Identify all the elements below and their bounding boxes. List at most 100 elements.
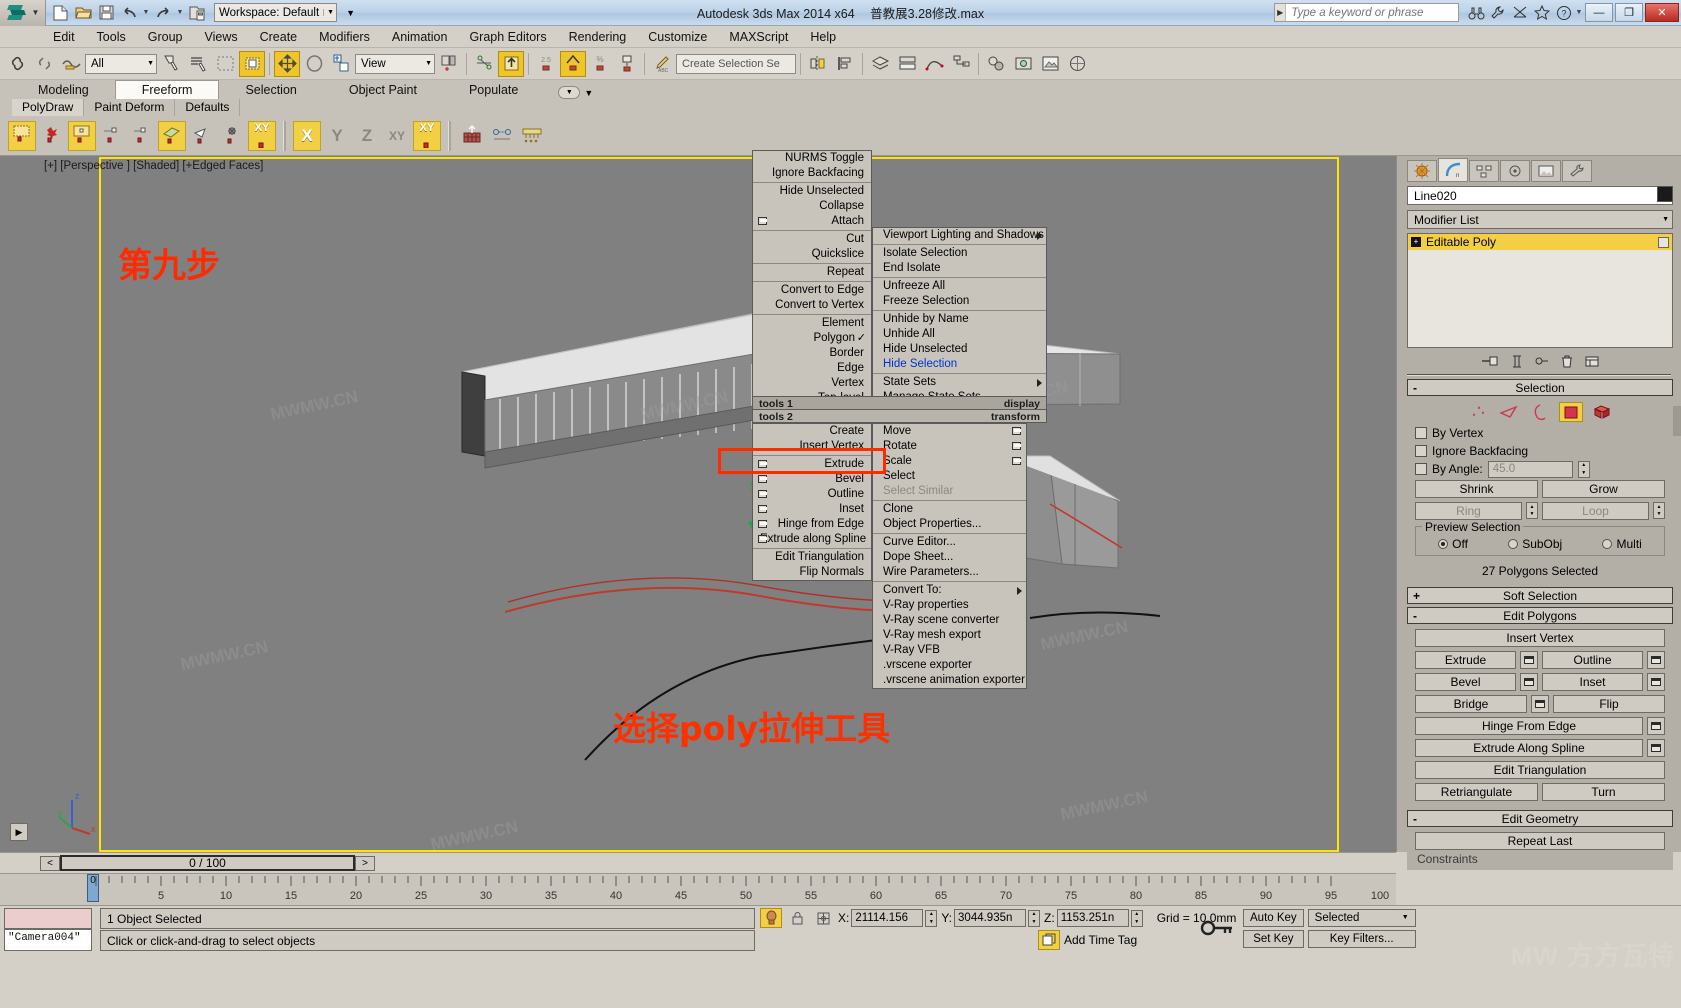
- modifier-stack-item-editable-poly[interactable]: + Editable Poly: [1408, 234, 1672, 250]
- quad-item-dope-sheet[interactable]: Dope Sheet...: [873, 550, 1026, 565]
- settings-dialog-icon[interactable]: [758, 490, 767, 498]
- undo-dropdown-icon[interactable]: ▼: [142, 9, 150, 16]
- bridge-button[interactable]: Bridge: [1415, 695, 1527, 713]
- key-filters-button[interactable]: Key Filters...: [1307, 929, 1416, 948]
- time-slider-handle[interactable]: 0 / 100: [60, 855, 355, 871]
- ribbon-subtab-paint-deform[interactable]: Paint Deform: [84, 99, 176, 116]
- select-and-manipulate-icon[interactable]: [471, 51, 497, 77]
- extrude-along-spline-settings-icon[interactable]: [1647, 739, 1665, 757]
- by-angle-row[interactable]: By Angle: 45.0 ▲ ▼: [1407, 460, 1673, 478]
- polydraw-step-build-icon[interactable]: [68, 120, 96, 151]
- settings-dialog-icon[interactable]: [1012, 427, 1021, 435]
- object-color-swatch[interactable]: [1657, 186, 1673, 202]
- coord-z-field[interactable]: 1153.251n: [1056, 909, 1129, 927]
- preview-subobj-radio[interactable]: [1508, 539, 1519, 549]
- quad-item-create[interactable]: Create: [753, 424, 871, 439]
- grow-button[interactable]: Grow: [1542, 480, 1665, 498]
- quad-item-move[interactable]: Move: [873, 424, 1026, 439]
- quad-item-vertex[interactable]: Vertex: [753, 376, 871, 391]
- polydraw-conform-icon[interactable]: [188, 121, 216, 151]
- menu-item-rendering[interactable]: Rendering: [558, 28, 638, 46]
- workspace-selector[interactable]: Workspace: Default ▼: [214, 3, 338, 22]
- polydraw-optimize-icon[interactable]: [128, 121, 156, 151]
- quad-item-quickslice[interactable]: Quickslice: [753, 247, 871, 262]
- material-editor-icon[interactable]: [983, 51, 1009, 77]
- angle-snap-toggle-icon[interactable]: 2.5: [533, 51, 559, 77]
- preview-off-radio[interactable]: [1438, 539, 1449, 549]
- quad-item-state-sets[interactable]: State Sets: [873, 375, 1046, 390]
- quad-item-unhide-all[interactable]: Unhide All: [873, 327, 1046, 342]
- by-angle-checkbox[interactable]: [1415, 463, 1427, 475]
- menu-item-edit[interactable]: Edit: [42, 28, 86, 46]
- show-end-result-icon[interactable]: [1511, 355, 1523, 368]
- quad-item-extrude-along-spline[interactable]: Extrude along Spline: [753, 532, 871, 547]
- coord-z-spinner[interactable]: ▲ ▼: [1130, 909, 1143, 927]
- selection-lock-icon[interactable]: [786, 908, 808, 928]
- polydraw-point-icon[interactable]: [38, 121, 66, 151]
- polydraw-extend-icon[interactable]: [98, 121, 126, 151]
- retriangulate-button[interactable]: Retriangulate: [1415, 783, 1538, 801]
- quad-item-vray-vfb[interactable]: V-Ray VFB: [873, 643, 1026, 658]
- absolute-relative-mode-icon[interactable]: [812, 908, 834, 928]
- menu-item-tools[interactable]: Tools: [86, 28, 137, 46]
- by-angle-field[interactable]: 45.0: [1487, 460, 1573, 478]
- quad-item-outline[interactable]: Outline: [753, 487, 871, 502]
- pin-stack-icon[interactable]: [1481, 355, 1499, 367]
- border-icon[interactable]: [1528, 402, 1552, 422]
- minimize-button[interactable]: —: [1585, 3, 1613, 22]
- preview-multi-radio[interactable]: [1602, 539, 1613, 549]
- object-name-field[interactable]: Line020: [1407, 186, 1673, 205]
- open-file-icon[interactable]: [73, 3, 93, 23]
- quad-item-wire-parameters[interactable]: Wire Parameters...: [873, 565, 1026, 580]
- schematic-view-icon[interactable]: [948, 51, 974, 77]
- quad-item-vray-properties[interactable]: V-Ray properties: [873, 598, 1026, 613]
- star-icon[interactable]: [1531, 2, 1553, 24]
- quad-item-unhide-by-name[interactable]: Unhide by Name: [873, 312, 1046, 327]
- named-selection-set-field[interactable]: Create Selection Se: [676, 53, 796, 74]
- menu-item-views[interactable]: Views: [193, 28, 248, 46]
- element-icon[interactable]: [1590, 402, 1614, 422]
- select-and-rotate-icon[interactable]: [301, 51, 327, 77]
- preview-subobj-radio-row[interactable]: SubObj: [1508, 537, 1562, 551]
- constrain-xy-icon[interactable]: XY: [383, 121, 411, 151]
- quad-item-isolate-selection[interactable]: Isolate Selection: [873, 246, 1046, 261]
- quad-item-vray-scene-converter[interactable]: V-Ray scene converter: [873, 613, 1026, 628]
- modifier-stack[interactable]: + Editable Poly: [1407, 233, 1673, 348]
- quad-item-object-properties[interactable]: Object Properties...: [873, 517, 1026, 532]
- selection-lock-light-icon[interactable]: [760, 908, 782, 928]
- select-by-name-icon[interactable]: [185, 51, 211, 77]
- coord-x-field[interactable]: 21114.156: [851, 909, 924, 927]
- rendered-frame-window-icon[interactable]: [1037, 51, 1063, 77]
- select-and-scale-icon[interactable]: [328, 51, 354, 77]
- settings-dialog-icon[interactable]: [758, 505, 767, 513]
- preview-off-radio-row[interactable]: Off: [1438, 537, 1468, 551]
- quad-item-attach[interactable]: Attach: [753, 214, 871, 229]
- ribbon-tab-modeling[interactable]: Modeling: [12, 81, 115, 99]
- settings-dialog-icon[interactable]: [1012, 457, 1021, 465]
- select-and-link-icon[interactable]: [4, 51, 30, 77]
- polydraw-drag-icon[interactable]: [8, 120, 36, 151]
- menu-item-group[interactable]: Group: [137, 28, 194, 46]
- key-mode-icon[interactable]: [1195, 908, 1239, 948]
- hinge-from-edge-button[interactable]: Hinge From Edge: [1415, 717, 1643, 735]
- quad-item-hide-selection[interactable]: Hide Selection: [873, 357, 1046, 372]
- menu-item-animation[interactable]: Animation: [381, 28, 459, 46]
- outline-button[interactable]: Outline: [1542, 651, 1643, 669]
- ribbon-tab-freeform[interactable]: Freeform: [114, 80, 220, 99]
- edge-icon[interactable]: [1497, 402, 1521, 422]
- coord-x-spinner[interactable]: ▲ ▼: [925, 909, 938, 927]
- set-project-folder-icon[interactable]: [187, 3, 207, 23]
- workspace-dropdown-icon[interactable]: ▼: [346, 8, 355, 18]
- preview-multi-radio-row[interactable]: Multi: [1602, 537, 1642, 551]
- menu-item-modifiers[interactable]: Modifiers: [308, 28, 381, 46]
- menu-item-create[interactable]: Create: [249, 28, 309, 46]
- quad-item-edge[interactable]: Edge: [753, 361, 871, 376]
- quad-item-unfreeze-all[interactable]: Unfreeze All: [873, 279, 1046, 294]
- symmetry-tools-icon[interactable]: [488, 121, 516, 151]
- ignore-backfacing-checkbox[interactable]: [1415, 445, 1427, 457]
- outline-settings-icon[interactable]: [1647, 651, 1665, 669]
- quad-item-border[interactable]: Border: [753, 346, 871, 361]
- restore-button[interactable]: ❐: [1615, 3, 1643, 22]
- maxscript-mini-listener-pink[interactable]: [4, 908, 92, 929]
- quad-item-viewport-lighting-and-shadows[interactable]: Viewport Lighting and Shadows: [873, 228, 1046, 243]
